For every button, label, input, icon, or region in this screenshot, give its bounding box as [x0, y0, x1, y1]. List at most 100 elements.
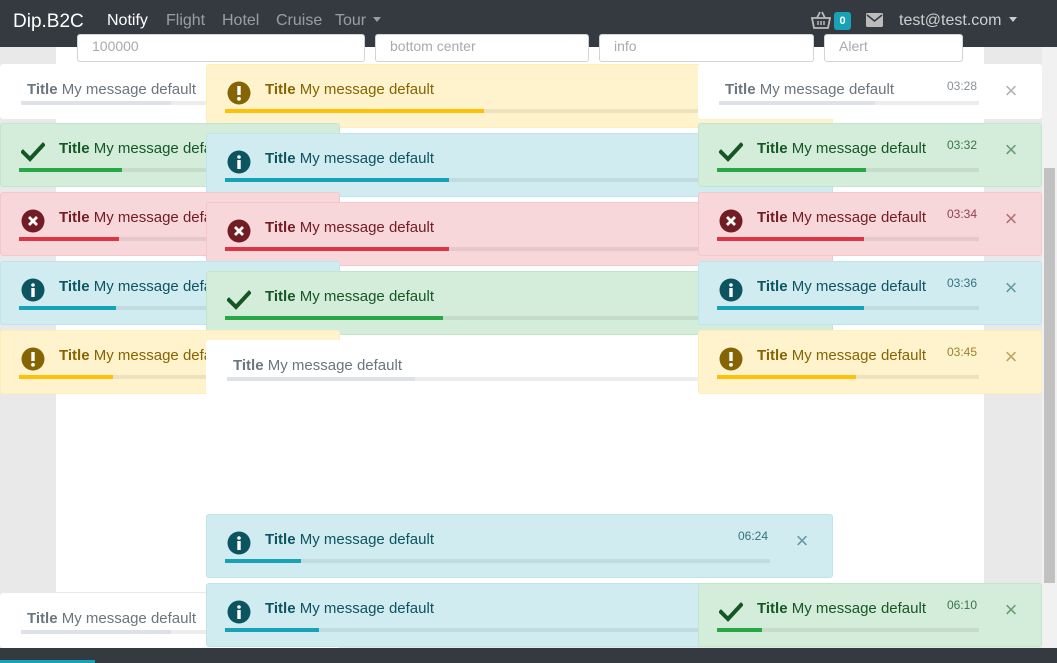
toast-progress-track — [719, 101, 979, 105]
toast-warning: Title My message default 03:45 × — [698, 330, 1042, 394]
type-select[interactable]: info — [599, 34, 814, 62]
envelope-icon[interactable] — [866, 13, 883, 27]
toast-time: 06:10 — [946, 598, 977, 612]
close-icon[interactable]: × — [1001, 346, 1021, 368]
toast-progress-fill — [225, 178, 449, 182]
nav-link-cruise[interactable]: Cruise — [276, 12, 322, 30]
x-circle-icon — [719, 209, 743, 233]
toast-text: Title My message default — [27, 610, 196, 627]
chevron-down-icon — [1008, 17, 1017, 22]
toast-progress-fill — [225, 316, 443, 320]
toast-success: Title My message default 06:10 × — [698, 583, 1042, 647]
toast-title: Title — [265, 600, 296, 617]
toast-text: Title My message default — [757, 347, 926, 364]
toast-progress-fill — [21, 101, 171, 105]
shopping-basket-icon[interactable] — [811, 11, 831, 29]
toast-text: Title My message default — [725, 81, 894, 98]
toast-plain: Title My message default 03:28 × — [698, 64, 1042, 119]
info-circle-icon — [719, 278, 743, 302]
nav-link-tour[interactable]: Tour — [335, 12, 382, 30]
toast-title: Title — [265, 531, 296, 548]
alert-button[interactable]: Alert — [824, 34, 963, 62]
toast-message: My message default — [299, 81, 434, 98]
toast-text: Title My message default — [265, 288, 434, 305]
close-icon[interactable]: × — [1001, 80, 1021, 102]
toast-time: 03:34 — [946, 207, 977, 221]
toast-info: Title My message default 06:24 × — [206, 514, 833, 578]
toast-progress-fill — [717, 375, 856, 379]
toast-progress-fill — [717, 168, 866, 172]
toast-message: My message default — [267, 357, 402, 374]
checkmark-icon — [719, 602, 743, 622]
x-circle-icon — [21, 209, 45, 233]
cart-count-badge: 0 — [834, 12, 851, 30]
toast-progress-track — [717, 306, 979, 310]
exclamation-circle-icon — [227, 81, 251, 105]
toast-success: Title My message default 03:32 × — [698, 123, 1042, 187]
toast-text: Title My message default — [757, 600, 926, 617]
info-circle-icon — [21, 278, 45, 302]
info-circle-icon — [227, 531, 251, 555]
nav-link-tour-label: Tour — [335, 12, 367, 29]
toast-text: Title My message default — [27, 81, 196, 98]
toast-title: Title — [27, 610, 58, 627]
exclamation-circle-icon — [719, 347, 743, 371]
close-icon[interactable]: × — [1001, 208, 1021, 230]
toast-info: Title My message default 03:36 × — [698, 261, 1042, 325]
toast-danger: Title My message default 03:34 × — [698, 192, 1042, 256]
close-icon[interactable]: × — [1001, 277, 1021, 299]
toast-progress-track — [717, 168, 979, 172]
toast-message: My message default — [759, 81, 894, 98]
toast-title: Title — [757, 347, 788, 364]
brand-logo[interactable]: Dip.B2C — [13, 11, 84, 33]
toast-text: Title My message default — [265, 150, 434, 167]
toast-message: My message default — [299, 219, 434, 236]
toast-text: Title My message default — [59, 278, 228, 295]
toast-title: Title — [59, 347, 90, 364]
toast-progress-fill — [19, 375, 113, 379]
toast-message: My message default — [791, 600, 926, 617]
exclamation-circle-icon — [21, 347, 45, 371]
position-select[interactable]: bottom center — [375, 34, 589, 62]
user-menu[interactable]: test@test.com — [899, 12, 1017, 30]
toast-title: Title — [27, 81, 58, 98]
toast-message: My message default — [299, 531, 434, 548]
toast-text: Title My message default — [265, 81, 434, 98]
toast-progress-fill — [717, 628, 762, 632]
toast-message: My message default — [791, 278, 926, 295]
toast-time: 03:32 — [946, 138, 977, 152]
duration-input[interactable]: 100000 — [77, 34, 365, 62]
toast-progress-fill — [19, 168, 122, 172]
nav-link-flight[interactable]: Flight — [166, 12, 205, 30]
toast-text: Title My message default — [265, 219, 434, 236]
toast-progress-fill — [225, 628, 319, 632]
scrollbar-thumb[interactable] — [1044, 168, 1055, 583]
toast-title: Title — [265, 288, 296, 305]
toast-progress-track — [225, 559, 770, 563]
x-circle-icon — [227, 219, 251, 243]
toast-progress-fill — [19, 237, 119, 241]
toast-text: Title My message default — [265, 531, 434, 548]
close-icon[interactable]: × — [1001, 599, 1021, 621]
toast-text: Title My message default — [233, 357, 402, 374]
toast-progress-fill — [225, 109, 484, 113]
toast-text: Title My message default — [59, 209, 228, 226]
toast-message: My message default — [791, 209, 926, 226]
toast-progress-fill — [717, 306, 864, 310]
close-icon[interactable]: × — [792, 530, 812, 552]
toast-title: Title — [757, 209, 788, 226]
toast-text: Title My message default — [757, 209, 926, 226]
toast-progress-fill — [19, 306, 116, 310]
info-circle-icon — [227, 600, 251, 624]
nav-link-notify[interactable]: Notify — [107, 12, 148, 30]
close-icon[interactable]: × — [1001, 139, 1021, 161]
toast-message: My message default — [299, 600, 434, 617]
checkmark-icon — [719, 142, 743, 162]
nav-link-hotel[interactable]: Hotel — [222, 12, 259, 30]
toast-message: My message default — [299, 288, 434, 305]
toast-progress-fill — [21, 630, 171, 634]
toast-message: My message default — [791, 140, 926, 157]
toast-message: My message default — [791, 347, 926, 364]
toast-progress-fill — [717, 237, 864, 241]
toast-title: Title — [265, 150, 296, 167]
